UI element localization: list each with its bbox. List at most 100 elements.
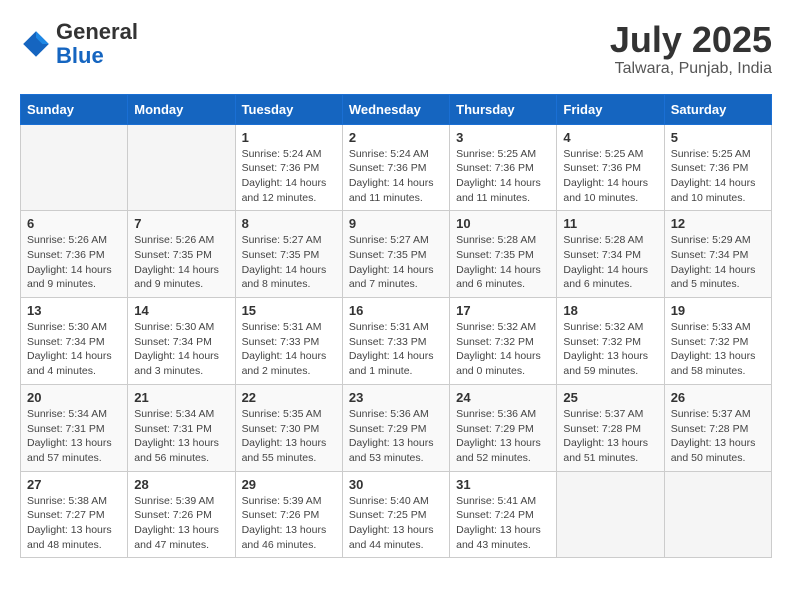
calendar-location: Talwara, Punjab, India [610,60,772,78]
day-number: 31 [456,477,550,492]
day-info: Sunrise: 5:40 AM Sunset: 7:25 PM Dayligh… [349,494,443,553]
calendar-cell: 30 Sunrise: 5:40 AM Sunset: 7:25 PM Dayli… [342,471,449,558]
calendar-cell: 20 Sunrise: 5:34 AM Sunset: 7:31 PM Dayli… [21,384,128,471]
day-number: 3 [456,130,550,145]
weekday-header-friday: Friday [557,94,664,124]
calendar-cell: 8Sunrise: 5:27 AM Sunset: 7:35 PM Daylig… [235,211,342,298]
day-info: Sunrise: 5:34 AM Sunset: 7:31 PM Dayligh… [27,407,121,466]
weekday-header-thursday: Thursday [450,94,557,124]
calendar-cell: 11 Sunrise: 5:28 AM Sunset: 7:34 PM Dayli… [557,211,664,298]
calendar-cell: 28 Sunrise: 5:39 AM Sunset: 7:26 PM Dayli… [128,471,235,558]
week-row-2: 6 Sunrise: 5:26 AM Sunset: 7:36 PM Daylig… [21,211,772,298]
week-row-1: 1 Sunrise: 5:24 AM Sunset: 7:36 PM Daylig… [21,124,772,211]
calendar-cell: 6 Sunrise: 5:26 AM Sunset: 7:36 PM Daylig… [21,211,128,298]
day-number: 29 [242,477,336,492]
logo-icon [20,28,52,60]
day-info: Sunrise: 5:36 AM Sunset: 7:29 PM Dayligh… [349,407,443,466]
day-info: Sunrise: 5:25 AM Sunset: 7:36 PM Dayligh… [563,147,657,206]
calendar-cell: 21Sunrise: 5:34 AM Sunset: 7:31 PM Dayli… [128,384,235,471]
calendar-cell: 29 Sunrise: 5:39 AM Sunset: 7:26 PM Dayli… [235,471,342,558]
weekday-header-tuesday: Tuesday [235,94,342,124]
week-row-3: 13 Sunrise: 5:30 AM Sunset: 7:34 PM Dayli… [21,298,772,385]
calendar-cell: 15 Sunrise: 5:31 AM Sunset: 7:33 PM Dayli… [235,298,342,385]
day-number: 22 [242,390,336,405]
day-info: Sunrise: 5:30 AM Sunset: 7:34 PM Dayligh… [134,320,228,379]
weekday-header-monday: Monday [128,94,235,124]
day-number: 9 [349,216,443,231]
logo: General Blue [20,20,138,68]
day-info: Sunrise: 5:31 AM Sunset: 7:33 PM Dayligh… [242,320,336,379]
calendar-cell: 24 Sunrise: 5:36 AM Sunset: 7:29 PM Dayli… [450,384,557,471]
calendar-cell: 17Sunrise: 5:32 AM Sunset: 7:32 PM Dayli… [450,298,557,385]
day-number: 25 [563,390,657,405]
calendar-title: July 2025 [610,20,772,60]
day-info: Sunrise: 5:39 AM Sunset: 7:26 PM Dayligh… [134,494,228,553]
day-info: Sunrise: 5:36 AM Sunset: 7:29 PM Dayligh… [456,407,550,466]
day-number: 16 [349,303,443,318]
day-number: 18 [563,303,657,318]
calendar-cell [21,124,128,211]
calendar-cell [128,124,235,211]
calendar-cell [557,471,664,558]
calendar-cell: 23 Sunrise: 5:36 AM Sunset: 7:29 PM Dayli… [342,384,449,471]
day-info: Sunrise: 5:37 AM Sunset: 7:28 PM Dayligh… [671,407,765,466]
day-info: Sunrise: 5:26 AM Sunset: 7:35 PM Dayligh… [134,233,228,292]
weekday-header-sunday: Sunday [21,94,128,124]
day-info: Sunrise: 5:28 AM Sunset: 7:35 PM Dayligh… [456,233,550,292]
day-info: Sunrise: 5:31 AM Sunset: 7:33 PM Dayligh… [349,320,443,379]
calendar-cell: 27 Sunrise: 5:38 AM Sunset: 7:27 PM Dayli… [21,471,128,558]
day-number: 4 [563,130,657,145]
day-number: 1 [242,130,336,145]
day-number: 27 [27,477,121,492]
day-info: Sunrise: 5:37 AM Sunset: 7:28 PM Dayligh… [563,407,657,466]
calendar-cell: 18 Sunrise: 5:32 AM Sunset: 7:32 PM Dayli… [557,298,664,385]
day-info: Sunrise: 5:24 AM Sunset: 7:36 PM Dayligh… [349,147,443,206]
day-number: 20 [27,390,121,405]
day-number: 23 [349,390,443,405]
calendar-cell: 22 Sunrise: 5:35 AM Sunset: 7:30 PM Dayli… [235,384,342,471]
day-number: 15 [242,303,336,318]
day-info: Sunrise: 5:35 AM Sunset: 7:30 PM Dayligh… [242,407,336,466]
weekday-header-wednesday: Wednesday [342,94,449,124]
day-number: 28 [134,477,228,492]
day-number: 17 [456,303,550,318]
day-number: 26 [671,390,765,405]
day-number: 12 [671,216,765,231]
calendar-cell: 19 Sunrise: 5:33 AM Sunset: 7:32 PM Dayli… [664,298,771,385]
day-info: Sunrise: 5:39 AM Sunset: 7:26 PM Dayligh… [242,494,336,553]
day-info: Sunrise: 5:26 AM Sunset: 7:36 PM Dayligh… [27,233,121,292]
day-info: Sunrise: 5:25 AM Sunset: 7:36 PM Dayligh… [456,147,550,206]
day-number: 30 [349,477,443,492]
day-info: Sunrise: 5:25 AM Sunset: 7:36 PM Dayligh… [671,147,765,206]
day-info: Sunrise: 5:28 AM Sunset: 7:34 PM Dayligh… [563,233,657,292]
calendar-cell: 4 Sunrise: 5:25 AM Sunset: 7:36 PM Daylig… [557,124,664,211]
calendar-cell: 12Sunrise: 5:29 AM Sunset: 7:34 PM Dayli… [664,211,771,298]
day-info: Sunrise: 5:34 AM Sunset: 7:31 PM Dayligh… [134,407,228,466]
calendar-cell: 25 Sunrise: 5:37 AM Sunset: 7:28 PM Dayli… [557,384,664,471]
week-row-4: 20 Sunrise: 5:34 AM Sunset: 7:31 PM Dayli… [21,384,772,471]
day-number: 11 [563,216,657,231]
day-number: 7 [134,216,228,231]
calendar-cell: 13 Sunrise: 5:30 AM Sunset: 7:34 PM Dayli… [21,298,128,385]
weekday-header-saturday: Saturday [664,94,771,124]
calendar-cell: 3 Sunrise: 5:25 AM Sunset: 7:36 PM Daylig… [450,124,557,211]
week-row-5: 27 Sunrise: 5:38 AM Sunset: 7:27 PM Dayli… [21,471,772,558]
day-info: Sunrise: 5:24 AM Sunset: 7:36 PM Dayligh… [242,147,336,206]
day-info: Sunrise: 5:30 AM Sunset: 7:34 PM Dayligh… [27,320,121,379]
day-number: 19 [671,303,765,318]
calendar-cell: 5Sunrise: 5:25 AM Sunset: 7:36 PM Daylig… [664,124,771,211]
day-number: 24 [456,390,550,405]
calendar-cell: 1 Sunrise: 5:24 AM Sunset: 7:36 PM Daylig… [235,124,342,211]
day-number: 10 [456,216,550,231]
day-info: Sunrise: 5:32 AM Sunset: 7:32 PM Dayligh… [563,320,657,379]
calendar-cell [664,471,771,558]
page-header: General Blue July 2025 Talwara, Punjab, … [20,20,772,78]
calendar-cell: 9Sunrise: 5:27 AM Sunset: 7:35 PM Daylig… [342,211,449,298]
day-number: 13 [27,303,121,318]
day-info: Sunrise: 5:33 AM Sunset: 7:32 PM Dayligh… [671,320,765,379]
day-info: Sunrise: 5:38 AM Sunset: 7:27 PM Dayligh… [27,494,121,553]
calendar-cell: 26 Sunrise: 5:37 AM Sunset: 7:28 PM Dayli… [664,384,771,471]
day-number: 6 [27,216,121,231]
day-number: 8 [242,216,336,231]
logo-text: General Blue [56,20,138,68]
